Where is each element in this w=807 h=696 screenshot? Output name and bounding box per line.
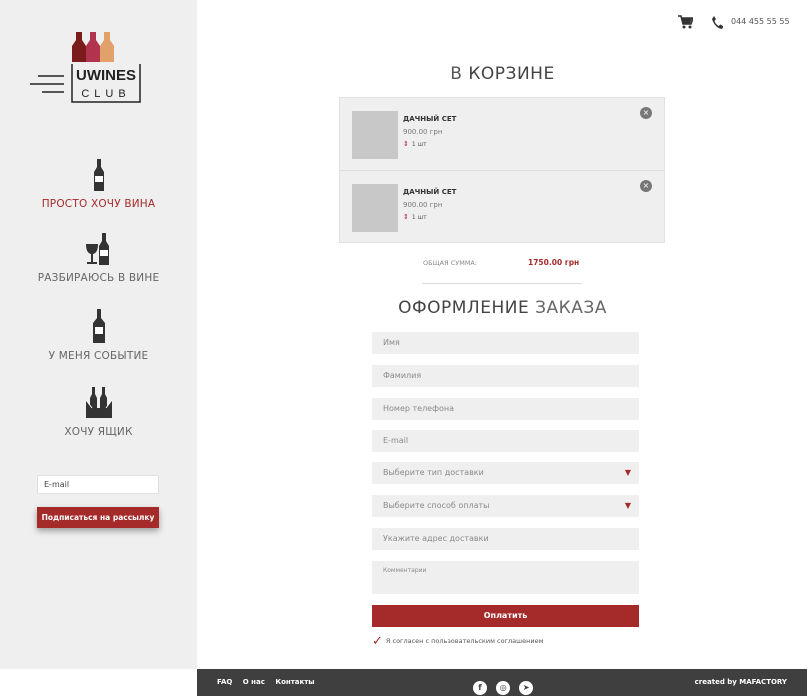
uwines-club-logo[interactable]: UWINES CLUB — [28, 26, 148, 108]
quantity-stepper[interactable]: ⇕ 1 шт — [403, 213, 427, 221]
phone-field[interactable]: Номер телефона — [372, 398, 639, 420]
wine-box-icon — [85, 387, 112, 418]
quantity-stepper[interactable]: ⇕ 1 шт — [403, 140, 427, 148]
facebook-icon[interactable]: f — [473, 681, 487, 695]
subscribe-button[interactable]: Подписаться на рассылку — [37, 507, 159, 528]
footer-link-about[interactable]: О нас — [243, 678, 265, 686]
product-price: 900.00 грн — [403, 201, 443, 209]
order-title-light: ЗАКАЗА — [535, 298, 607, 318]
payment-select[interactable]: Выберите способ оплаты ▼ — [372, 495, 639, 517]
cart-item: ДАЧНЫЙ СЕТ 900.00 грн ⇕ 1 шт × — [340, 170, 664, 242]
footer-links: FAQ О нас Контакты — [217, 678, 323, 686]
sidebar-item-box[interactable]: ХОЧУ ЯЩИК — [0, 386, 197, 438]
divider — [422, 283, 582, 284]
name-field[interactable]: Имя — [372, 332, 639, 354]
order-title-bold: ОФОРМЛЕНИЕ — [398, 298, 530, 318]
delivery-select-value: Выберите тип доставки — [383, 468, 484, 477]
product-name: ДАЧНЫЙ СЕТ — [403, 188, 457, 196]
cart-title: В КОРЗИНЕ — [340, 64, 665, 84]
cart-icon[interactable] — [677, 14, 693, 30]
checkmark-icon[interactable]: ✓ — [372, 634, 383, 649]
close-icon: × — [642, 181, 650, 190]
cart-title-light: В — [450, 64, 463, 84]
product-image — [352, 184, 398, 232]
sidebar-item-label: ПРОСТО ХОЧУ ВИНА — [41, 198, 156, 210]
subscribe-email-field[interactable]: E-mail — [37, 475, 159, 494]
email-field[interactable]: E-mail — [372, 430, 639, 452]
cart-item: ДАЧНЫЙ СЕТ 900.00 грн ⇕ 1 шт × — [340, 98, 664, 170]
sidebar-item-label: РАЗБИРАЮСЬ В ВИНЕ — [37, 272, 160, 284]
sidebar-item-just-want-wine[interactable]: ПРОСТО ХОЧУ ВИНА — [0, 158, 197, 210]
footer-credit[interactable]: created by MAFACTORY — [695, 678, 787, 686]
delivery-select[interactable]: Выберите тип доставки ▼ — [372, 462, 639, 484]
remove-item-button[interactable]: × — [640, 180, 652, 192]
agreement-checkbox[interactable]: ✓ Я согласен с пользовательским соглашени… — [372, 634, 543, 649]
product-name: ДАЧНЫЙ СЕТ — [403, 115, 457, 123]
remove-item-button[interactable]: × — [640, 107, 652, 119]
sidebar-item-event[interactable]: У МЕНЯ СОБЫТИЕ — [0, 308, 197, 362]
total-label: ОБЩАЯ СУММА: — [423, 259, 478, 267]
cart-title-bold: КОРЗИНЕ — [468, 64, 555, 84]
caret-down-icon: ▼ — [624, 501, 631, 510]
logo-top-text: UWINES — [76, 67, 136, 84]
sidebar-item-know-wine[interactable]: РАЗБИРАЮСЬ В ВИНЕ — [0, 232, 197, 284]
champagne-icon — [92, 309, 105, 343]
cart-list: ДАЧНЫЙ СЕТ 900.00 грн ⇕ 1 шт × ДАЧНЫЙ СЕТ… — [339, 97, 665, 243]
sidebar-item-label: У МЕНЯ СОБЫТИЕ — [48, 350, 149, 362]
sidebar: UWINES CLUB ПРОСТО ХОЧУ ВИНА РАЗБИРАЮСЬ … — [0, 0, 197, 669]
comment-textarea[interactable]: Комментарии — [372, 561, 639, 594]
surname-field[interactable]: Фамилия — [372, 365, 639, 387]
phone-icon — [712, 16, 723, 29]
footer: FAQ О нас Контакты f ◎ ➤ created by MAFA… — [197, 669, 807, 696]
social-links: f ◎ ➤ — [473, 675, 537, 695]
quantity-value: 1 шт — [411, 141, 427, 148]
total-value: 1750.00 грн — [528, 258, 580, 267]
instagram-icon[interactable]: ◎ — [496, 681, 511, 695]
footer-link-contacts[interactable]: Контакты — [275, 678, 314, 686]
product-image — [352, 111, 398, 159]
caret-down-icon: ▼ — [624, 468, 631, 477]
quantity-value: 1 шт — [411, 214, 427, 221]
up-down-arrows-icon[interactable]: ⇕ — [403, 140, 409, 148]
footer-link-faq[interactable]: FAQ — [217, 678, 232, 686]
wine-bottle-icon — [93, 159, 104, 191]
telegram-icon[interactable]: ➤ — [519, 681, 534, 695]
product-price: 900.00 грн — [403, 128, 443, 136]
address-field[interactable]: Укажите адрес доставки — [372, 528, 639, 550]
order-title: ОФОРМЛЕНИЕ ЗАКАЗА — [340, 298, 665, 318]
glass-and-bottle-icon — [85, 233, 109, 265]
pay-button[interactable]: Оплатить — [372, 605, 639, 627]
sidebar-item-label: ХОЧУ ЯЩИК — [64, 426, 133, 438]
agreement-label: Я согласен с пользовательским соглашение… — [385, 637, 544, 645]
logo-bottom-text: CLUB — [81, 88, 130, 100]
phone-number[interactable]: 044 455 55 55 — [731, 17, 790, 26]
up-down-arrows-icon[interactable]: ⇕ — [403, 213, 409, 221]
close-icon: × — [642, 108, 650, 117]
payment-select-value: Выберите способ оплаты — [383, 501, 490, 510]
